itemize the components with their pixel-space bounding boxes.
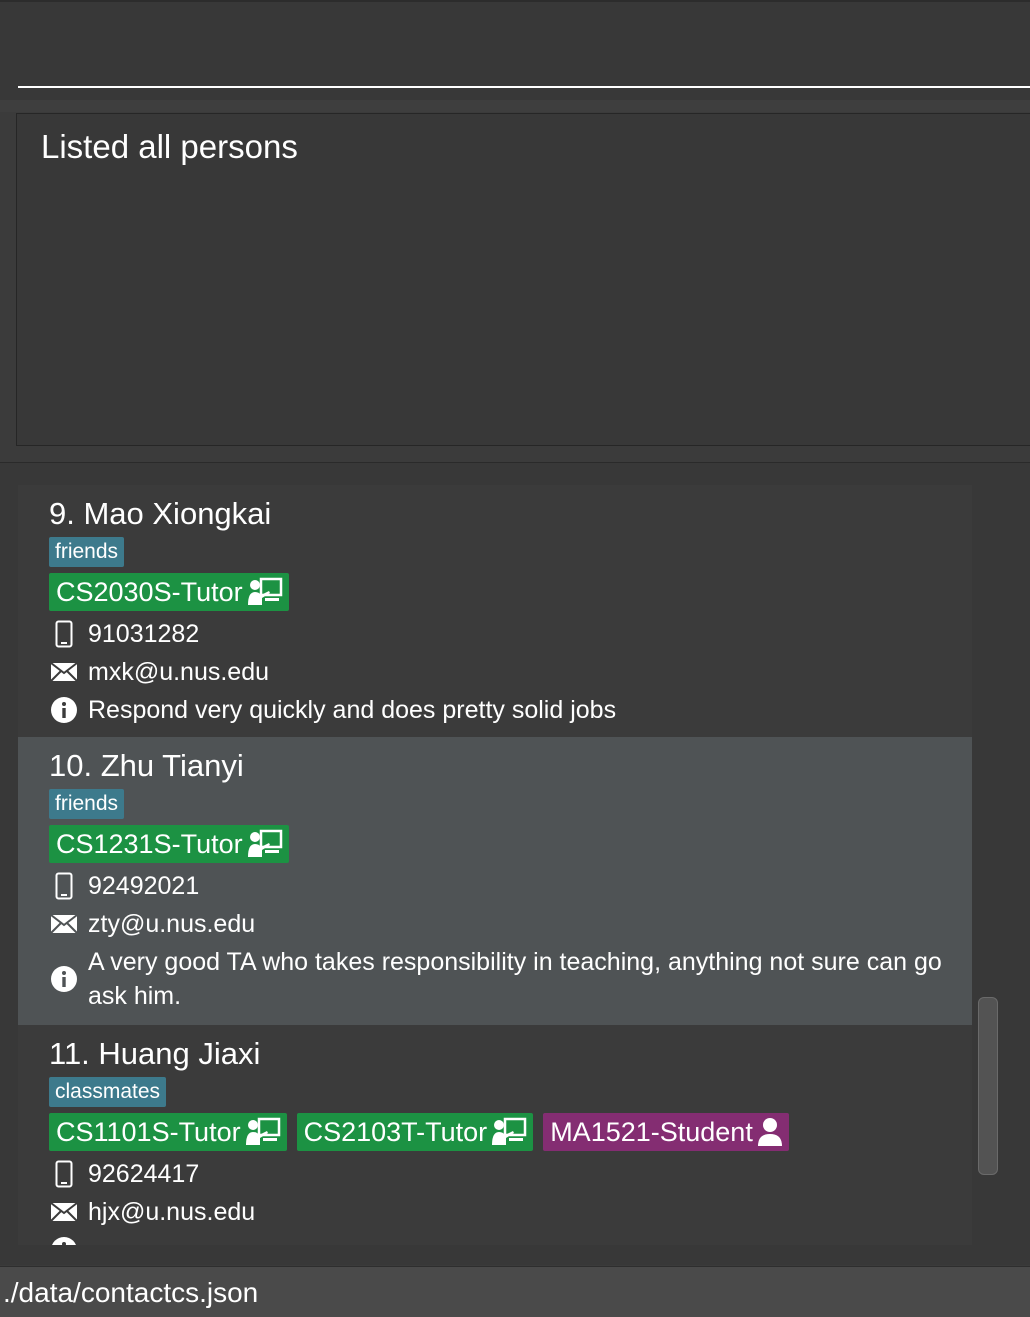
email-icon <box>49 655 79 689</box>
command-input[interactable] <box>18 12 1030 88</box>
email-address: zty@u.nus.edu <box>88 910 256 938</box>
person-name: 9. Mao Xiongkai <box>49 496 272 531</box>
info-icon <box>49 945 79 1013</box>
person-name: 11. Huang Jiaxi <box>49 1036 261 1071</box>
tutor-icon <box>247 577 282 605</box>
list-scrollbar-thumb[interactable] <box>978 997 998 1175</box>
remark-text: Respond very quickly and does pretty sol… <box>88 696 617 724</box>
tutor-icon <box>247 829 282 857</box>
phone-icon <box>49 1157 79 1191</box>
role-badge: CS1101S-Tutor <box>49 1113 287 1151</box>
tutor-icon <box>245 1117 280 1145</box>
phone-number: 92624417 <box>88 1160 200 1188</box>
role-badge: CS1231S-Tutor <box>49 825 289 863</box>
result-display: Listed all persons <box>16 113 1030 446</box>
phone-icon <box>49 869 79 903</box>
save-location: ./data/contactcs.json <box>3 1277 259 1308</box>
role-label: CS1101S-Tutor <box>56 1117 241 1147</box>
remark-text: A very good TA who takes responsibility … <box>88 948 942 1010</box>
tutor-icon <box>492 1117 527 1145</box>
status-bar: ./data/contactcs.json <box>0 1266 1030 1317</box>
role-label: MA1521-Student <box>550 1117 753 1147</box>
split-divider[interactable] <box>0 100 1030 112</box>
command-box-area <box>0 0 1030 102</box>
role-badge: CS2103T-Tutor <box>296 1113 534 1151</box>
phone-number: 91031282 <box>88 620 200 648</box>
info-icon <box>49 693 79 727</box>
person-card-selected[interactable]: 10. Zhu Tianyi friends CS1231S-Tutor 924… <box>18 737 972 1025</box>
email-icon <box>49 907 79 941</box>
email-address: mxk@u.nus.edu <box>88 658 270 686</box>
person-card[interactable]: 9. Mao Xiongkai friends CS2030S-Tutor 91… <box>18 485 972 737</box>
phone-number: 92492021 <box>88 872 200 900</box>
info-icon <box>49 1233 79 1245</box>
role-label: CS1231S-Tutor <box>56 829 243 859</box>
student-icon <box>757 1117 782 1146</box>
person-name: 10. Zhu Tianyi <box>49 748 244 783</box>
email-address: hjx@u.nus.edu <box>88 1198 256 1226</box>
role-badge: MA1521-Student <box>543 1113 789 1151</box>
tag-label: classmates <box>49 1077 167 1107</box>
person-list[interactable]: 9. Mao Xiongkai friends CS2030S-Tutor 91… <box>18 485 972 1245</box>
tag-label: friends <box>49 789 125 819</box>
tag-label: friends <box>49 537 125 567</box>
person-list-panel: 9. Mao Xiongkai friends CS2030S-Tutor 91… <box>0 462 1030 1265</box>
person-card[interactable]: 11. Huang Jiaxi classmates CS1101S-Tutor… <box>18 1025 972 1245</box>
email-icon <box>49 1195 79 1229</box>
phone-icon <box>49 617 79 651</box>
role-badge: CS2030S-Tutor <box>49 573 289 611</box>
result-message: Listed all persons <box>41 128 298 165</box>
role-label: CS2030S-Tutor <box>56 577 243 607</box>
role-label: CS2103T-Tutor <box>303 1117 488 1147</box>
